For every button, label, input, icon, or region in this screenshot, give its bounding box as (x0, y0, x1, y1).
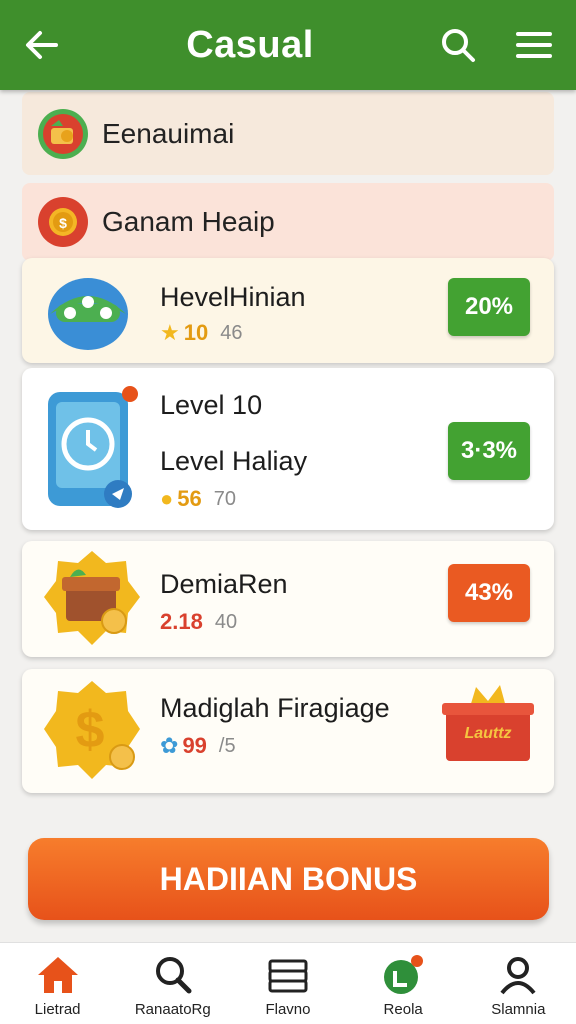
search-icon[interactable] (438, 25, 478, 65)
stat-sub: 70 (213, 487, 237, 510)
game-title: Madiglah Firagiage (160, 693, 390, 723)
svg-text:$: $ (76, 701, 105, 759)
profile-icon (500, 957, 536, 995)
arrow-left-icon[interactable] (22, 25, 62, 65)
bonus-button[interactable]: HADIIAN BONUS (28, 838, 549, 920)
top-app-bar: Casual (0, 0, 576, 90)
game-thumbnail-icon (42, 272, 134, 357)
treasure-chest-icon (42, 547, 142, 656)
svg-text:$: $ (59, 215, 67, 231)
dollar-coin-icon: $ (42, 677, 142, 790)
percent-badge: 20% (448, 278, 530, 336)
search-icon (155, 957, 192, 994)
page-title: Casual (186, 23, 314, 66)
bottom-navigation: Lietrad RanaatoRg Flavno Reola Slamnia (0, 942, 576, 1024)
stat-value: 99 (182, 733, 207, 758)
game-stats: ✿ 99 /5 (160, 733, 236, 759)
game-stats: 2.18 40 (160, 609, 237, 635)
category-label: Ganam Heaip (102, 206, 275, 237)
nav-label: RanaatoRg (134, 1001, 211, 1018)
game-title: Level 10 (160, 390, 263, 420)
hamburger-menu-icon[interactable] (514, 25, 554, 65)
nav-item-profile[interactable]: Slamnia (463, 955, 573, 1018)
game-title: HevelHinian (160, 282, 306, 312)
coin-badge-icon: $ (38, 197, 88, 247)
nav-label: Lietrad (34, 1001, 81, 1018)
nav-label: Slamnia (491, 1001, 546, 1018)
gift-box-icon: Lauttz (440, 679, 536, 767)
stack-icon (268, 959, 308, 993)
category-label: Eenauimai (102, 117, 235, 149)
stat-value: 10 (183, 320, 209, 345)
game-stats: ★ 10 46 (160, 320, 242, 346)
stat-sub: /5 (218, 734, 236, 757)
game-card-4[interactable]: $ Madiglah Firagiage ✿ 99 /5 Lauttz (22, 669, 554, 793)
nav-item-search[interactable]: RanaatoRg (118, 955, 228, 1018)
nav-item-notification[interactable]: Reola (348, 955, 458, 1018)
stat-value: 56 (177, 486, 202, 511)
game-card-1[interactable]: HevelHinian ★ 10 46 20% (22, 258, 554, 363)
shop-badge-icon (38, 108, 88, 159)
game-card-2[interactable]: Level 10 Level Haliay ● 56 70 3·3% (22, 368, 554, 530)
stat-value: 2.18 (160, 609, 203, 634)
percent-badge: 3·3% (448, 422, 530, 480)
phone-game-icon (42, 386, 138, 517)
nav-label: Reola (383, 1001, 423, 1018)
stat-sub: 46 (220, 321, 243, 344)
game-card-3[interactable]: DemiaRen 2.18 40 43% (22, 541, 554, 657)
category-row-1[interactable]: Eenauimai (22, 92, 554, 175)
gift-label: Lauttz (464, 725, 512, 742)
stat-sub: 40 (214, 610, 238, 633)
nav-item-home[interactable]: Lietrad (3, 955, 113, 1018)
category-row-2[interactable]: $ Ganam Heaip (22, 183, 554, 261)
game-stats: ● 56 70 (160, 486, 236, 512)
game-title: DemiaRen (160, 569, 288, 599)
flower-icon: ✿ (160, 733, 179, 758)
nav-item-stack[interactable]: Flavno (233, 955, 343, 1018)
home-icon (37, 957, 78, 993)
nav-label: Flavno (265, 1001, 311, 1018)
percent-badge: 43% (448, 564, 530, 622)
notification-app-icon (384, 955, 424, 994)
star-icon: ★ (160, 320, 180, 345)
game-subtitle: Level Haliay (160, 446, 308, 476)
coin-icon: ● (160, 486, 174, 511)
